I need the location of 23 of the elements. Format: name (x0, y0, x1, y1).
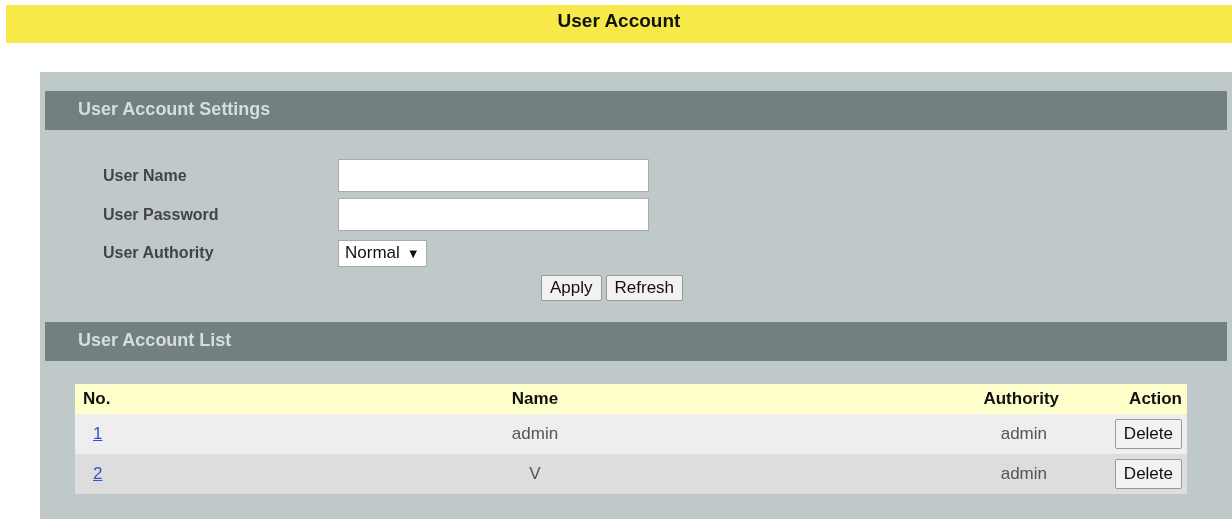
field-label: User Password (102, 205, 220, 224)
form-button[interactable]: Apply (541, 275, 602, 301)
column-header: No. (75, 384, 228, 414)
row-number-link[interactable]: 1 (93, 424, 103, 443)
row-number-link[interactable]: 2 (93, 464, 103, 483)
password-field[interactable] (338, 198, 649, 231)
delete-button[interactable]: Delete (1114, 419, 1182, 449)
page-title: User Account (6, 5, 1232, 43)
field-label: User Authority (102, 244, 215, 262)
table-cell: admin (228, 414, 842, 454)
table-cell: admin (842, 414, 1087, 454)
column-header: Name (228, 384, 842, 414)
column-header: Action (1087, 384, 1187, 414)
field-label: User Name (102, 166, 188, 185)
form-button[interactable]: Refresh (605, 275, 684, 301)
authority-dropdown[interactable]: Normal ▼ (338, 239, 427, 267)
section-heading: User Account Settings (45, 91, 1227, 130)
table-cell: admin (842, 454, 1087, 494)
column-header: Authority (842, 384, 1087, 414)
table-cell: V (228, 454, 842, 494)
text-field[interactable] (338, 159, 649, 192)
delete-button[interactable]: Delete (1114, 459, 1182, 489)
section-heading: User Account List (45, 322, 1227, 361)
